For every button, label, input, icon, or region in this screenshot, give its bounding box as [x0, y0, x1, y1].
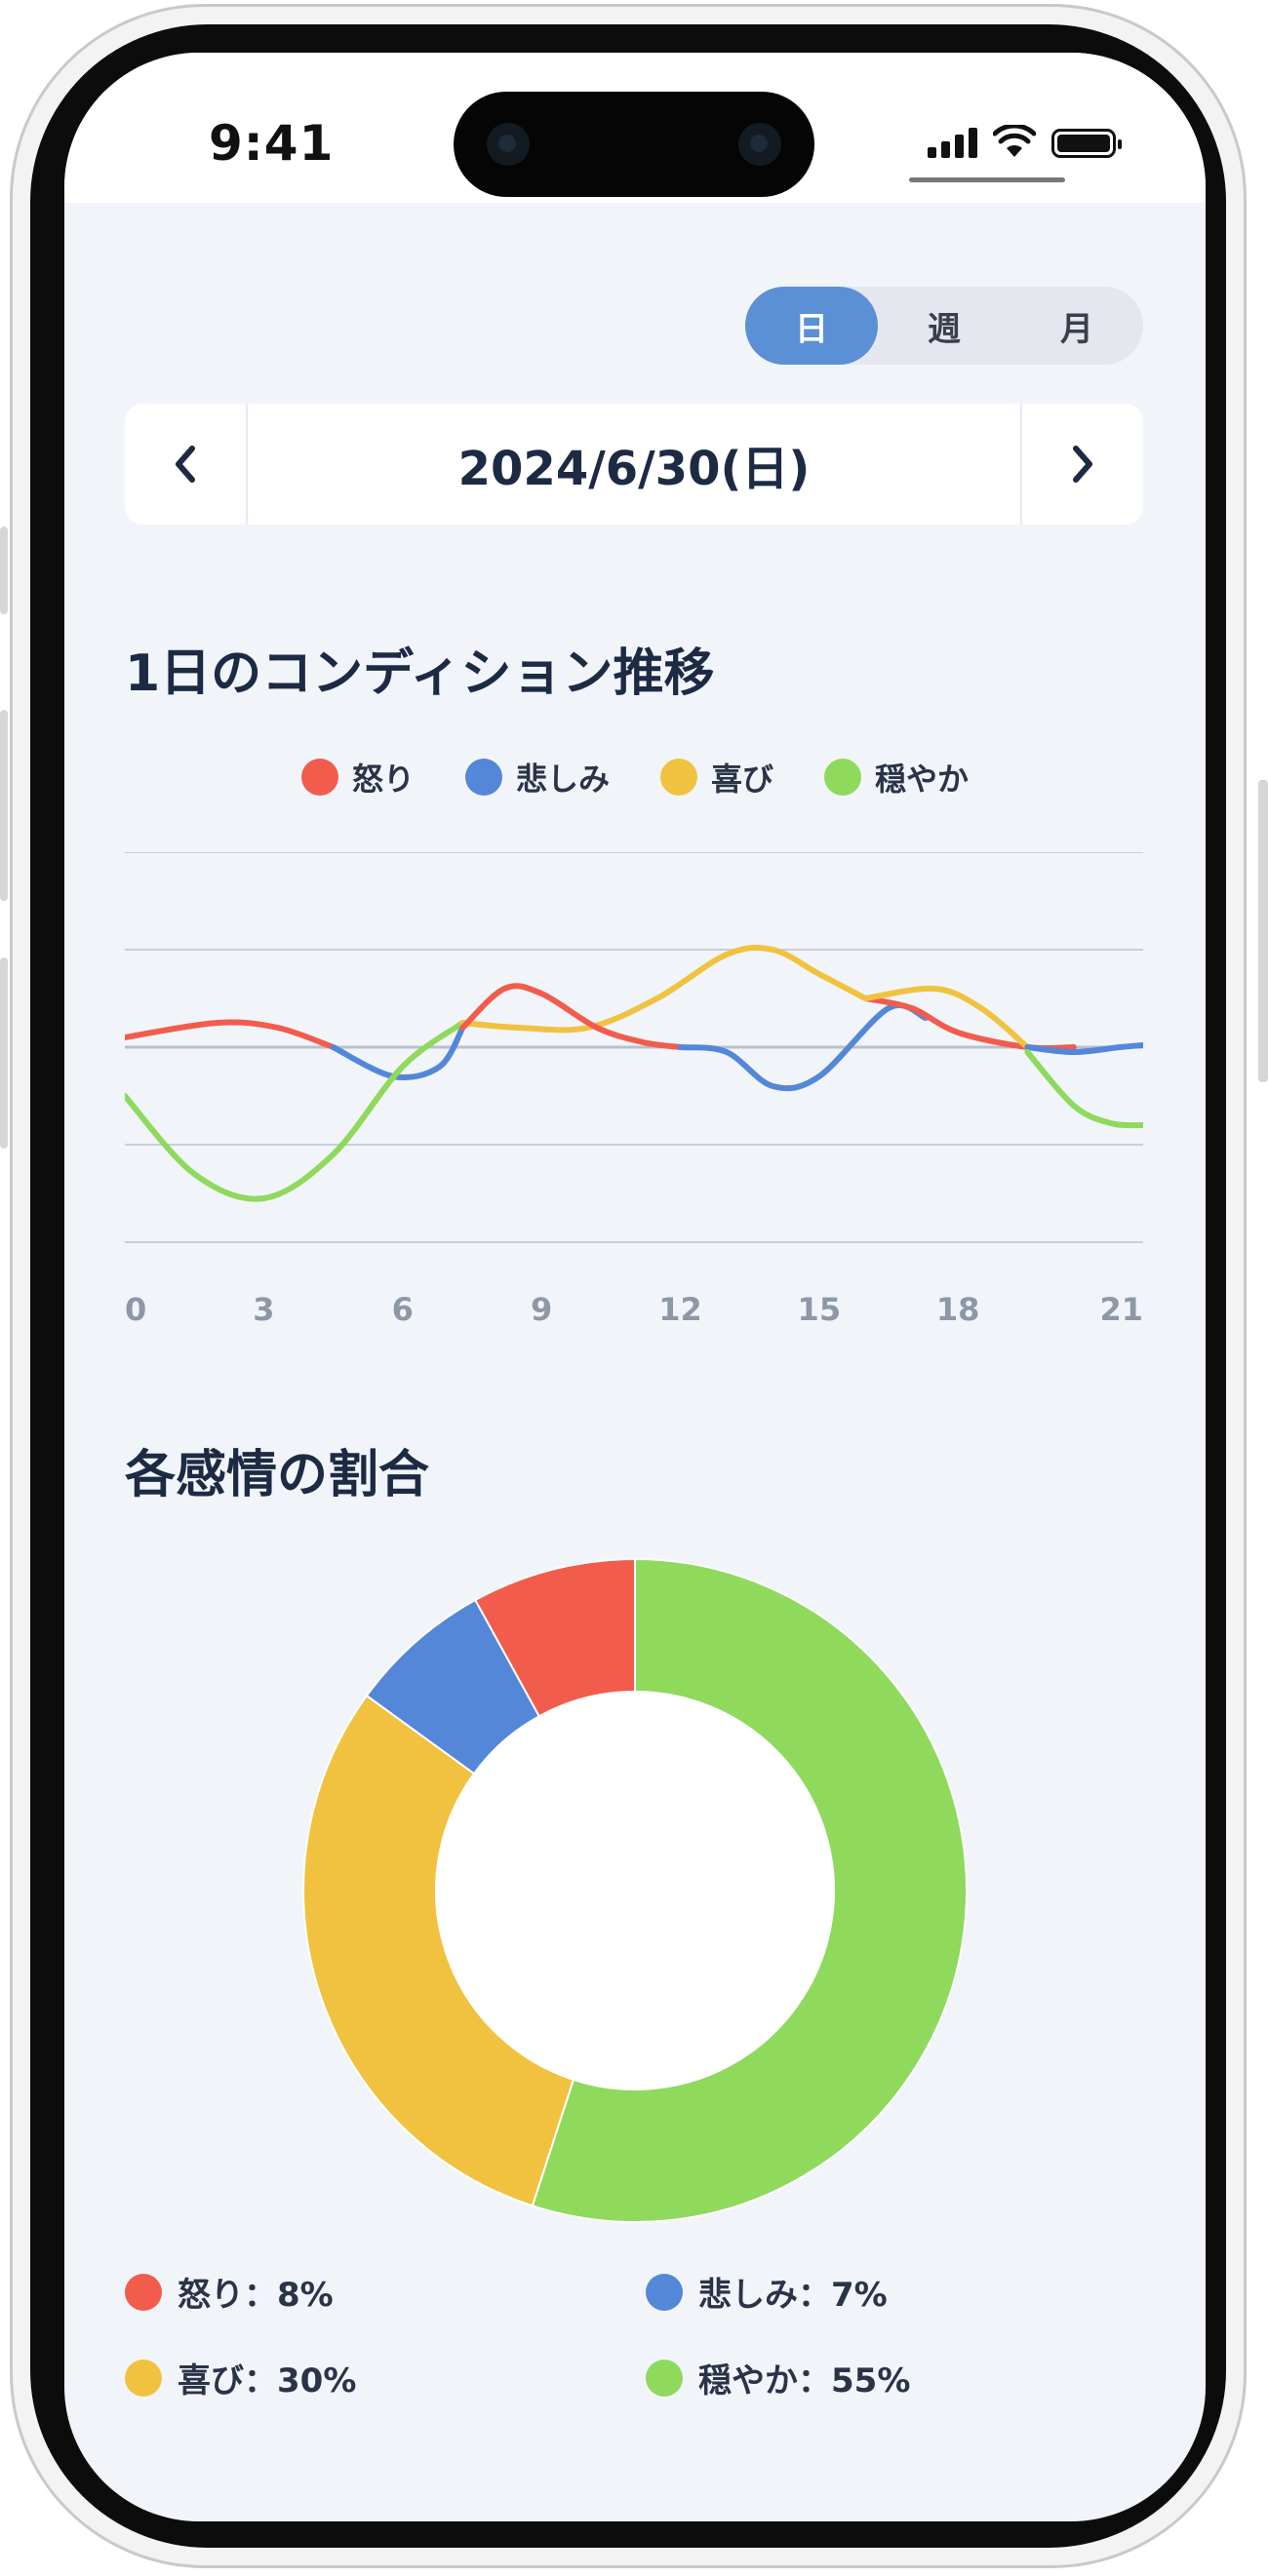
prev-date-button[interactable]	[125, 404, 248, 525]
legend-dot-anger	[300, 759, 338, 796]
status-time: 9:41	[209, 115, 335, 172]
ratio-item-anger: 怒り：8%	[125, 2268, 334, 2316]
series-line-segment-7	[862, 985, 1031, 1050]
tab-week[interactable]: 週	[878, 287, 1010, 365]
ratio-dot-sadness	[646, 2273, 683, 2311]
ratio-item-sadness: 悲しみ：7%	[646, 2268, 888, 2316]
next-date-button[interactable]	[1020, 404, 1143, 525]
legend-label: 怒り	[351, 761, 415, 798]
cellular-signal-icon	[928, 127, 977, 158]
tab-month[interactable]: 月	[1010, 287, 1143, 365]
x-tick-label: 12	[658, 1291, 702, 1328]
chevron-left-icon	[176, 446, 195, 483]
series-line-segment-6	[862, 995, 1077, 1052]
condition-section-title: 1日のコンディション推移	[125, 644, 715, 703]
x-tick-label: 15	[798, 1291, 842, 1328]
tab-day[interactable]: 日	[745, 287, 878, 365]
legend-item-joy: 喜び	[660, 755, 773, 800]
status-bar: 9:41	[64, 53, 1206, 203]
series-line-segment-4	[459, 983, 684, 1050]
x-tick-label: 3	[253, 1291, 274, 1328]
series-line-segment-9	[1024, 1049, 1143, 1129]
line-chart-legend: 怒り 悲しみ 喜び 穏やか	[64, 755, 1206, 800]
date-navigator: 2024/6/30(日)	[125, 404, 1143, 525]
ratio-dot-calm	[646, 2359, 683, 2397]
legend-dot-calm	[824, 759, 862, 796]
ratio-section-title: 各感情の割合	[125, 1446, 430, 1504]
series-line-segment-2	[125, 1020, 466, 1202]
ratio-label: 穏やか：55%	[698, 2361, 911, 2400]
x-tick-label: 21	[1099, 1291, 1143, 1328]
emotion-ratio-donut-chart	[302, 1557, 969, 2223]
legend-item-anger: 怒り	[300, 755, 415, 800]
x-tick-label: 0	[125, 1291, 146, 1328]
volume-down-button	[0, 957, 8, 1149]
ratio-label: 悲しみ：7%	[698, 2276, 888, 2315]
chevron-right-icon	[1073, 446, 1092, 483]
legend-dot-joy	[660, 759, 697, 796]
ratio-dot-joy	[125, 2359, 162, 2397]
legend-dot-sadness	[464, 759, 502, 796]
status-underline	[909, 177, 1065, 182]
ratio-item-joy: 喜び：30%	[125, 2354, 356, 2401]
wifi-icon	[993, 125, 1036, 157]
silent-switch	[0, 527, 8, 614]
ratio-item-calm: 穏やか：55%	[646, 2354, 910, 2401]
period-toggle: 日 週 月	[745, 287, 1143, 365]
x-tick-label: 9	[531, 1291, 552, 1328]
legend-label: 喜び	[711, 761, 774, 798]
legend-label: 悲しみ	[515, 761, 610, 798]
ratio-dot-anger	[125, 2273, 162, 2311]
camera-icon	[487, 123, 530, 166]
x-tick-label: 18	[936, 1291, 980, 1328]
battery-icon	[1051, 129, 1122, 158]
donut-hole	[437, 1693, 833, 2088]
current-date: 2024/6/30(日)	[457, 442, 811, 496]
legend-item-calm: 穏やか	[824, 755, 969, 800]
dynamic-island	[454, 92, 814, 197]
app-screen: 9:41 日 週 月 2024/6/30(日) 1日のコンディション推移 怒り …	[64, 53, 1206, 2521]
status-icons	[928, 125, 1122, 158]
sensor-icon	[738, 123, 781, 166]
condition-line-chart: 0 3 6 9 12 15 18 21	[125, 852, 1143, 1328]
legend-item-sadness: 悲しみ	[464, 755, 610, 800]
ratio-label: 怒り：8%	[178, 2276, 334, 2315]
series-line-segment-0	[125, 1019, 337, 1050]
power-button	[1258, 780, 1268, 1082]
x-tick-label: 6	[392, 1291, 414, 1328]
legend-label: 穏やか	[875, 761, 970, 798]
volume-up-button	[0, 710, 8, 901]
ratio-label: 喜び：30%	[178, 2361, 357, 2400]
